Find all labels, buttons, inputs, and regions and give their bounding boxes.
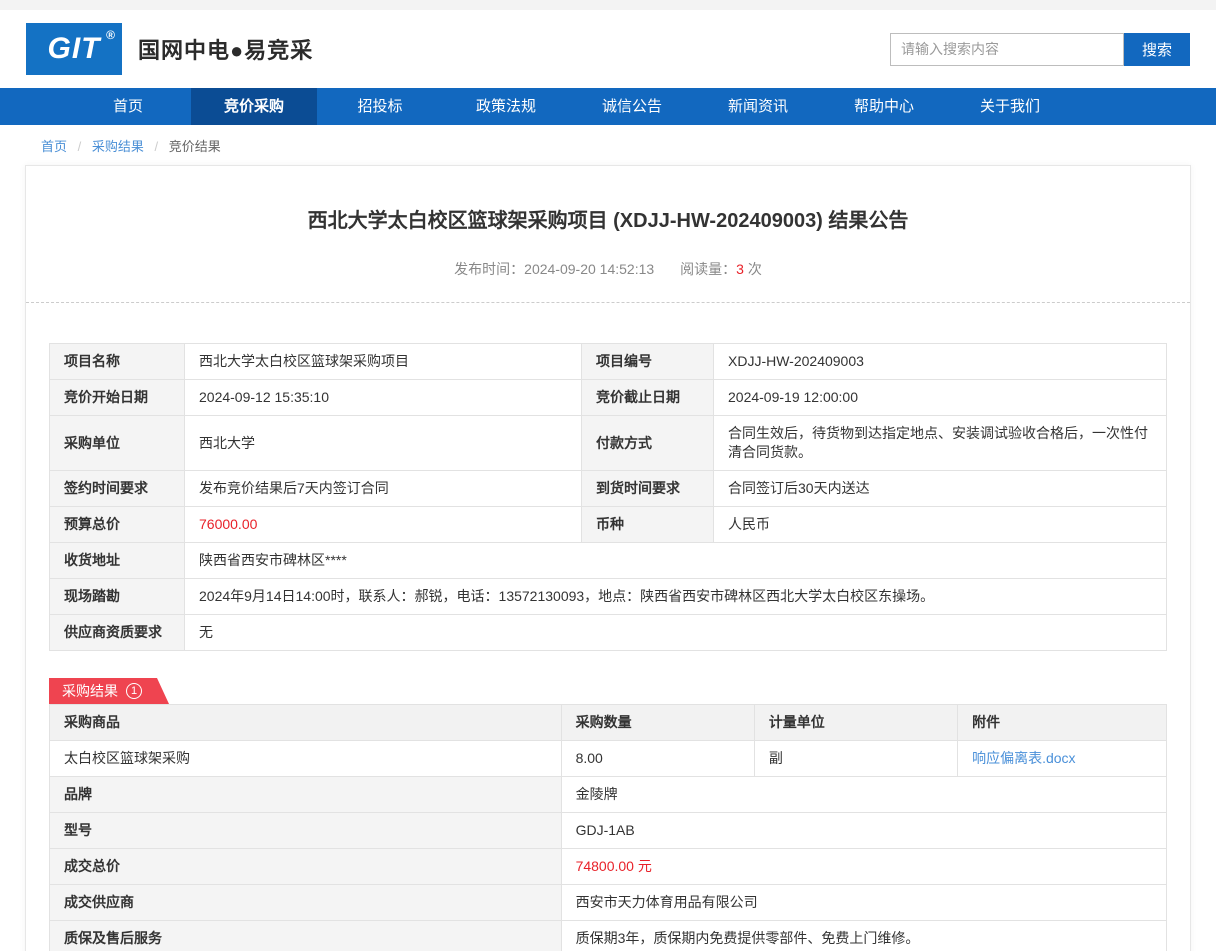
info-label: 到货时间要求: [582, 471, 714, 507]
nav-item-tendering[interactable]: 招投标: [317, 88, 443, 125]
info-label: 收货地址: [50, 543, 185, 579]
detail-label: 品牌: [50, 777, 562, 813]
table-row: 型号 GDJ-1AB: [50, 813, 1167, 849]
result-badge-label: 采购结果: [62, 681, 118, 701]
detail-value: 西安市天力体育用品有限公司: [561, 885, 1166, 921]
breadcrumb-separator: /: [155, 139, 159, 154]
info-value: 西北大学太白校区篮球架采购项目: [185, 344, 582, 380]
column-header-unit: 计量单位: [754, 705, 957, 741]
product-quantity: 8.00: [561, 741, 754, 777]
procurement-result-section: 采购结果 1 采购商品 采购数量 计量单位 附件 太白校区篮球架采购 8.00 …: [49, 678, 1167, 951]
info-label: 现场踏勘: [50, 579, 185, 615]
info-value: 2024-09-19 12:00:00: [714, 380, 1167, 416]
table-row: 成交总价 74800.00 元: [50, 849, 1167, 885]
detail-label: 型号: [50, 813, 562, 849]
info-value: 西北大学: [185, 416, 582, 471]
breadcrumb-home[interactable]: 首页: [41, 139, 67, 154]
column-header-quantity: 采购数量: [561, 705, 754, 741]
top-strip: [0, 0, 1216, 10]
table-row: 成交供应商 西安市天力体育用品有限公司: [50, 885, 1167, 921]
info-value: XDJJ-HW-202409003: [714, 344, 1167, 380]
table-row: 供应商资质要求 无: [50, 615, 1167, 651]
info-label: 竞价截止日期: [582, 380, 714, 416]
info-value: 2024-09-12 15:35:10: [185, 380, 582, 416]
table-row: 项目名称 西北大学太白校区篮球架采购项目 项目编号 XDJJ-HW-202409…: [50, 344, 1167, 380]
attachment-cell: 响应偏离表.docx: [958, 741, 1167, 777]
site-header: GIT ® 国网中电●易竞采 搜索: [0, 10, 1216, 88]
info-value: 合同签订后30天内送达: [714, 471, 1167, 507]
nav-item-help-center[interactable]: 帮助中心: [821, 88, 947, 125]
detail-value: 金陵牌: [561, 777, 1166, 813]
detail-label: 质保及售后服务: [50, 921, 562, 951]
table-row: 竞价开始日期 2024-09-12 15:35:10 竞价截止日期 2024-0…: [50, 380, 1167, 416]
nav-item-about-us[interactable]: 关于我们: [947, 88, 1073, 125]
product-unit: 副: [754, 741, 957, 777]
table-row: 收货地址 陕西省西安市碑林区****: [50, 543, 1167, 579]
table-row: 签约时间要求 发布竞价结果后7天内签订合同 到货时间要求 合同签订后30天内送达: [50, 471, 1167, 507]
nav-item-news[interactable]: 新闻资讯: [695, 88, 821, 125]
info-label: 签约时间要求: [50, 471, 185, 507]
table-row: 太白校区篮球架采购 8.00 副 响应偏离表.docx: [50, 741, 1167, 777]
page-title: 西北大学太白校区篮球架采购项目 (XDJJ-HW-202409003) 结果公告: [49, 166, 1167, 233]
publish-time-value: 2024-09-20 14:52:13: [524, 261, 654, 277]
registered-trademark-icon: ®: [106, 28, 116, 42]
views-count: 3: [736, 261, 744, 277]
result-badge: 采购结果 1: [49, 678, 169, 704]
attachment-link[interactable]: 响应偏离表.docx: [972, 750, 1075, 766]
budget-total-value: 76000.00: [185, 507, 582, 543]
publish-time-label: 发布时间：: [454, 261, 524, 277]
table-row: 品牌 金陵牌: [50, 777, 1167, 813]
info-label: 采购单位: [50, 416, 185, 471]
info-label: 预算总价: [50, 507, 185, 543]
info-value: 人民币: [714, 507, 1167, 543]
nav-item-integrity-notices[interactable]: 诚信公告: [569, 88, 695, 125]
table-header-row: 采购商品 采购数量 计量单位 附件: [50, 705, 1167, 741]
article-meta: 发布时间：2024-09-20 14:52:13 阅读量：3 次: [49, 259, 1167, 279]
info-label: 供应商资质要求: [50, 615, 185, 651]
dashed-divider: [26, 302, 1190, 303]
search-input[interactable]: [890, 33, 1124, 66]
breadcrumb-current: 竞价结果: [169, 139, 221, 154]
site-logo[interactable]: GIT ®: [26, 23, 122, 75]
info-value: 发布竞价结果后7天内签订合同: [185, 471, 582, 507]
info-value: 2024年9月14日14:00时，联系人：郝锐，电话：13572130093，地…: [185, 579, 1167, 615]
detail-label: 成交总价: [50, 849, 562, 885]
info-label: 项目编号: [582, 344, 714, 380]
detail-label: 成交供应商: [50, 885, 562, 921]
table-row: 采购单位 西北大学 付款方式 合同生效后，待货物到达指定地点、安装调试验收合格后…: [50, 416, 1167, 471]
info-label: 币种: [582, 507, 714, 543]
column-header-attachment: 附件: [958, 705, 1167, 741]
info-label: 竞价开始日期: [50, 380, 185, 416]
info-value: 合同生效后，待货物到达指定地点、安装调试验收合格后，一次性付清合同货款。: [714, 416, 1167, 471]
info-value: 无: [185, 615, 1167, 651]
logo-text: GIT: [48, 32, 101, 66]
views-label: 阅读量：: [680, 261, 736, 277]
search-bar: 搜索: [890, 33, 1190, 66]
main-nav: 首页 竞价采购 招投标 政策法规 诚信公告 新闻资讯 帮助中心 关于我们: [0, 88, 1216, 125]
detail-value: 质保期3年，质保期内免费提供零部件、免费上门维修。: [561, 921, 1166, 951]
nav-item-policies[interactable]: 政策法规: [443, 88, 569, 125]
result-badge-number: 1: [126, 683, 142, 699]
nav-item-home[interactable]: 首页: [65, 88, 191, 125]
table-row: 现场踏勘 2024年9月14日14:00时，联系人：郝锐，电话：13572130…: [50, 579, 1167, 615]
search-button[interactable]: 搜索: [1124, 33, 1190, 66]
info-label: 付款方式: [582, 416, 714, 471]
product-name: 太白校区篮球架采购: [50, 741, 562, 777]
info-value: 陕西省西安市碑林区****: [185, 543, 1167, 579]
table-row: 预算总价 76000.00 币种 人民币: [50, 507, 1167, 543]
detail-value: GDJ-1AB: [561, 813, 1166, 849]
result-table: 采购商品 采购数量 计量单位 附件 太白校区篮球架采购 8.00 副 响应偏离表…: [49, 704, 1167, 951]
views-unit: 次: [748, 261, 762, 277]
project-info-table: 项目名称 西北大学太白校区篮球架采购项目 项目编号 XDJJ-HW-202409…: [49, 343, 1167, 651]
info-label: 项目名称: [50, 344, 185, 380]
table-row: 质保及售后服务 质保期3年，质保期内免费提供零部件、免费上门维修。: [50, 921, 1167, 951]
deal-total-price: 74800.00 元: [561, 849, 1166, 885]
brand-title: 国网中电●易竞采: [138, 33, 313, 65]
breadcrumb: 首页 / 采购结果 / 竞价结果: [0, 125, 1216, 165]
announcement-card: 西北大学太白校区篮球架采购项目 (XDJJ-HW-202409003) 结果公告…: [25, 165, 1191, 951]
column-header-product: 采购商品: [50, 705, 562, 741]
nav-item-bidding-procurement[interactable]: 竞价采购: [191, 88, 317, 125]
breadcrumb-separator: /: [78, 139, 82, 154]
breadcrumb-procurement-results[interactable]: 采购结果: [92, 139, 144, 154]
